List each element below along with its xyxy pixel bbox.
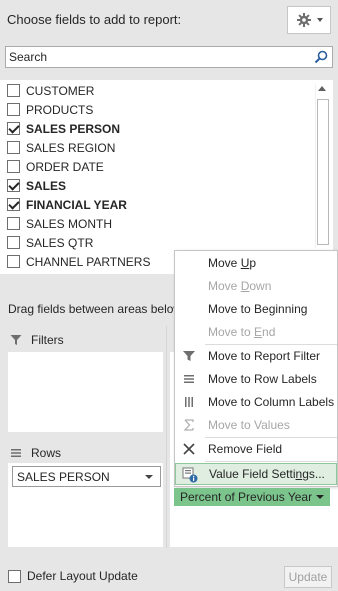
menu-label: Move Down	[208, 279, 272, 293]
field-label: ORDER DATE	[26, 159, 104, 174]
menu-label: Move to Beginning	[208, 302, 308, 316]
values-field-chip[interactable]: Percent of Previous Year	[174, 488, 330, 506]
menu-move-to-report-filter[interactable]: Move to Report Filter	[175, 345, 337, 367]
field-item-sales-qtr[interactable]: SALES QTR	[7, 233, 93, 252]
filters-header: Filters	[10, 333, 64, 347]
field-checkbox[interactable]	[7, 122, 20, 135]
menu-label: Move to Column Labels	[208, 395, 335, 409]
field-checkbox[interactable]	[7, 84, 20, 97]
menu-move-to-end: Move to End	[175, 321, 337, 343]
update-button[interactable]: Update	[284, 566, 332, 588]
chevron-down-icon[interactable]	[316, 495, 324, 499]
menu-label: Move to Values	[208, 418, 290, 432]
menu-label: Move to Row Labels	[208, 372, 317, 386]
rows-icon	[184, 375, 194, 383]
filter-icon	[183, 351, 195, 361]
menu-move-to-column-labels[interactable]: Move to Column Labels	[175, 391, 337, 413]
tools-button[interactable]	[287, 6, 331, 34]
menu-label: Remove Field	[208, 442, 283, 456]
menu-label: Move Up	[208, 256, 257, 270]
field-item-sales-month[interactable]: SALES MONTH	[7, 214, 112, 233]
field-item-products[interactable]: PRODUCTS	[7, 100, 93, 119]
rows-field-label: SALES PERSON	[17, 469, 110, 484]
field-item-sales[interactable]: SALES	[7, 176, 66, 195]
area-divider	[166, 326, 167, 548]
field-label: CUSTOMER	[26, 83, 95, 98]
menu-remove-field[interactable]: Remove Field	[175, 438, 337, 460]
rows-icon	[11, 449, 21, 457]
field-item-channel-partners[interactable]: CHANNEL PARTNERS	[7, 252, 150, 271]
defer-layout-update[interactable]: Defer Layout Update	[8, 569, 138, 583]
columns-icon	[185, 397, 193, 407]
gear-icon	[296, 13, 311, 27]
filters-label: Filters	[31, 333, 64, 347]
field-checkbox[interactable]	[7, 141, 20, 154]
field-item-customer[interactable]: CUSTOMER	[7, 81, 94, 100]
menu-separator	[205, 461, 337, 462]
drag-hint: Drag fields between areas below	[8, 302, 183, 316]
menu-value-field-settings[interactable]: Value Field Settings...	[175, 463, 337, 485]
values-field-label: Percent of Previous Year	[180, 490, 313, 504]
scrollbar-thumb[interactable]	[317, 99, 329, 245]
defer-checkbox[interactable]	[8, 569, 21, 583]
field-item-sales-region[interactable]: SALES REGION	[7, 138, 115, 157]
field-item-financial-year[interactable]: FINANCIAL YEAR	[7, 195, 127, 214]
filter-icon	[10, 335, 22, 345]
close-icon	[183, 443, 195, 455]
field-item-order-date[interactable]: ORDER DATE	[7, 157, 104, 176]
menu-move-to-row-labels[interactable]: Move to Row Labels	[175, 368, 337, 390]
field-checkbox[interactable]	[7, 255, 20, 268]
menu-label: Value Field Settings...	[209, 467, 325, 481]
field-context-menu: Move Up Move Down Move to Beginning Move…	[174, 250, 338, 487]
filters-drop-area[interactable]	[8, 352, 163, 432]
field-label: PRODUCTS	[26, 102, 94, 117]
field-settings-icon	[182, 467, 198, 483]
menu-label: Move to End	[208, 325, 276, 339]
search-icon[interactable]	[313, 49, 329, 65]
field-item-sales-person[interactable]: SALES PERSON	[7, 119, 120, 138]
search-box	[5, 46, 333, 68]
rows-header: Rows	[10, 446, 61, 460]
field-label: FINANCIAL YEAR	[26, 197, 127, 212]
sigma-icon	[183, 419, 194, 431]
field-label: SALES	[26, 178, 67, 193]
field-label: SALES MONTH	[26, 216, 113, 231]
field-checkbox[interactable]	[7, 217, 20, 230]
rows-label: Rows	[31, 446, 62, 460]
field-label: SALES REGION	[26, 140, 116, 155]
rows-field-sales-person[interactable]: SALES PERSON	[12, 466, 161, 487]
search-input[interactable]	[6, 47, 306, 67]
chevron-down-icon[interactable]	[145, 475, 153, 479]
menu-label: Move to Report Filter	[208, 349, 321, 363]
field-checkbox[interactable]	[7, 198, 20, 211]
field-label: CHANNEL PARTNERS	[26, 254, 151, 269]
field-checkbox[interactable]	[7, 103, 20, 116]
field-list: CUSTOMER PRODUCTS SALES PERSON SALES REG…	[0, 80, 333, 274]
scroll-up-arrow-icon[interactable]	[318, 86, 326, 91]
field-label: SALES QTR	[26, 235, 94, 250]
defer-label: Defer Layout Update	[27, 569, 138, 583]
menu-move-to-values: Move to Values	[175, 414, 337, 436]
field-label: SALES PERSON	[26, 121, 121, 136]
field-checkbox[interactable]	[7, 160, 20, 173]
chevron-down-icon	[316, 18, 323, 22]
menu-move-down: Move Down	[175, 275, 337, 297]
menu-move-up[interactable]: Move Up	[175, 252, 337, 274]
field-checkbox[interactable]	[7, 236, 20, 249]
panel-title: Choose fields to add to report:	[7, 12, 182, 27]
menu-move-to-beginning[interactable]: Move to Beginning	[175, 298, 337, 320]
field-checkbox[interactable]	[7, 179, 20, 192]
